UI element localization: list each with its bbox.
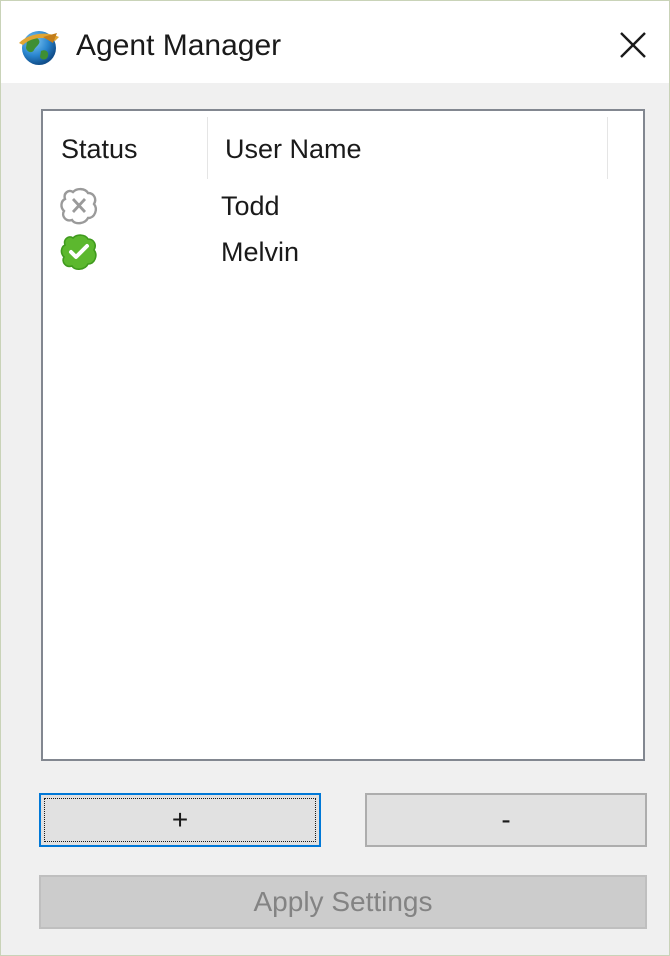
close-button[interactable] [609, 23, 657, 71]
apply-settings-button[interactable]: Apply Settings [39, 875, 647, 929]
close-icon [618, 30, 648, 65]
focus-ring [44, 798, 316, 842]
agent-manager-window: Agent Manager Status User Name Todd Melv… [0, 0, 670, 956]
agent-list[interactable]: Status User Name Todd Melvin [41, 109, 645, 761]
list-item[interactable]: Todd [43, 183, 643, 229]
column-header-user-name[interactable]: User Name [207, 111, 607, 181]
list-item[interactable]: Melvin [43, 229, 643, 275]
column-divider[interactable] [607, 117, 608, 179]
remove-button-label: - [501, 804, 511, 835]
user-name: Todd [221, 191, 280, 221]
globe-app-icon [17, 27, 61, 67]
remove-agent-button[interactable]: - [365, 793, 647, 847]
title-bar[interactable]: Agent Manager [1, 1, 669, 83]
online-status-icon [57, 231, 101, 275]
add-agent-button[interactable]: + [39, 793, 321, 847]
offline-status-icon [57, 185, 101, 229]
column-header-status[interactable]: Status [43, 111, 207, 181]
list-header: Status User Name [43, 111, 643, 181]
apply-button-label: Apply Settings [253, 886, 433, 917]
user-name: Melvin [221, 237, 300, 267]
window-title: Agent Manager [76, 29, 282, 62]
